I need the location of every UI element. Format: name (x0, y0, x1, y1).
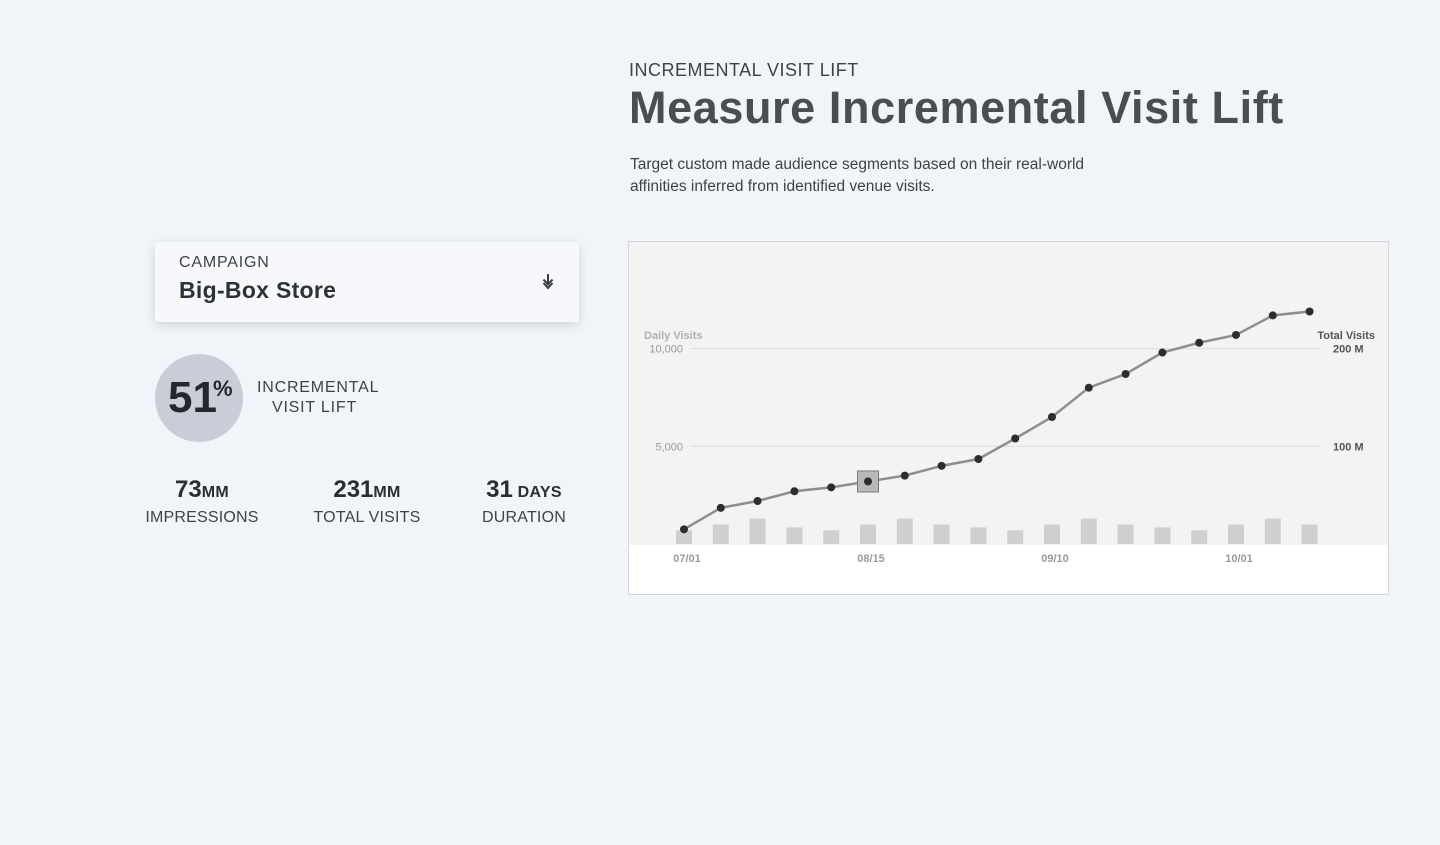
chart-point (1232, 330, 1240, 339)
campaign-selector[interactable]: CAMPAIGN Big-Box Store (155, 242, 579, 322)
stat-impressions: 73MM IMPRESSIONS (142, 476, 262, 527)
chart-point (937, 461, 946, 470)
chart-point (753, 497, 762, 506)
lift-badge: 51 % (155, 354, 243, 442)
chart-bar (970, 527, 987, 544)
chart-bar (749, 518, 766, 544)
chart-bar (1007, 530, 1024, 544)
right-axis-title: Total Visits (1317, 330, 1375, 342)
download-button[interactable] (537, 270, 559, 294)
chart-point (864, 477, 872, 486)
stat-label: TOTAL VISITS (313, 509, 421, 526)
chart-bar (1301, 524, 1318, 544)
chart-bar (896, 518, 913, 544)
stat-number: 31 (486, 476, 513, 503)
chart-point (790, 487, 799, 496)
chart-point (1305, 307, 1314, 316)
section-eyebrow: INCREMENTAL VISIT LIFT (629, 60, 859, 80)
stat-unit: DAYS (512, 484, 562, 501)
chart-point (1084, 383, 1093, 392)
chart-canvas: 10,000 5,000 200 M 100 M Daily Visits Total V… (629, 242, 1388, 565)
stat-value: 73MM (142, 476, 262, 507)
chart-bar (933, 524, 950, 544)
lift-label-line1: INCREMENTAL (257, 379, 380, 396)
chart-bar (823, 530, 840, 544)
chart-point (900, 471, 909, 480)
page-description: Target custom made audience segments bas… (630, 156, 1085, 195)
lift-label-line2: VISIT LIFT (271, 399, 358, 416)
right-axis-tick-label: 200 M (1333, 344, 1364, 356)
stat-duration: 31 DAYS DURATION (474, 476, 574, 527)
left-axis-tick-label: 10,000 (649, 344, 683, 356)
chart-point (680, 525, 688, 534)
chart-point (716, 503, 725, 512)
stat-value: 31 DAYS (474, 476, 574, 507)
download-icon (542, 274, 554, 290)
stat-label: IMPRESSIONS (145, 509, 259, 526)
x-axis-tick-label: 07/01 (673, 553, 701, 565)
left-axis-title: Daily Visits (644, 330, 703, 342)
lift-unit: % (213, 376, 233, 401)
stat-unit: MM (201, 484, 229, 501)
lift-label: INCREMENTAL VISIT LIFT (257, 378, 380, 418)
chart-bar (1117, 524, 1134, 544)
chart-plot-area (629, 242, 1388, 545)
chart-bar (860, 524, 876, 544)
visit-lift-chart: 10,000 5,000 200 M 100 M Daily Visits Total V… (628, 241, 1389, 595)
chart-point (1195, 338, 1204, 347)
chart-point (1121, 370, 1130, 379)
chart-bar (1228, 524, 1244, 544)
stat-number: 73 (175, 476, 202, 503)
stat-number: 231 (333, 476, 374, 503)
x-axis-tick-label: 08/15 (857, 553, 885, 565)
stat-unit: MM (373, 484, 401, 501)
x-axis-tick-label: 09/10 (1041, 553, 1069, 565)
page: INCREMENTAL VISIT LIFT Measure Increment… (0, 0, 1440, 845)
chart-bar (1264, 518, 1281, 544)
x-axis-tick-label: 10/01 (1225, 553, 1253, 565)
chart-point (974, 455, 983, 464)
chart-point (1158, 348, 1167, 357)
chart-bar (786, 527, 803, 544)
chart-bar (1154, 527, 1171, 544)
stat-label: DURATION (482, 509, 566, 526)
chart-bar (1191, 530, 1208, 544)
chart-bar (1044, 524, 1060, 544)
left-axis-tick-label: 5,000 (655, 441, 683, 453)
chart-bar (1080, 518, 1097, 544)
chart-point (1011, 434, 1020, 443)
campaign-value: Big-Box Store (179, 277, 337, 303)
stat-total-visits: 231MM TOTAL VISITS (306, 476, 428, 527)
stat-value: 231MM (306, 476, 428, 507)
page-title: Measure Incremental Visit Lift (629, 82, 1284, 133)
chart-point (1268, 311, 1277, 320)
chart-point (1048, 413, 1056, 421)
chart-point (827, 483, 836, 492)
right-axis-tick-label: 100 M (1333, 441, 1364, 453)
chart-bar (712, 524, 729, 544)
lift-value: 51 (168, 373, 217, 422)
campaign-label: CAMPAIGN (179, 254, 270, 271)
